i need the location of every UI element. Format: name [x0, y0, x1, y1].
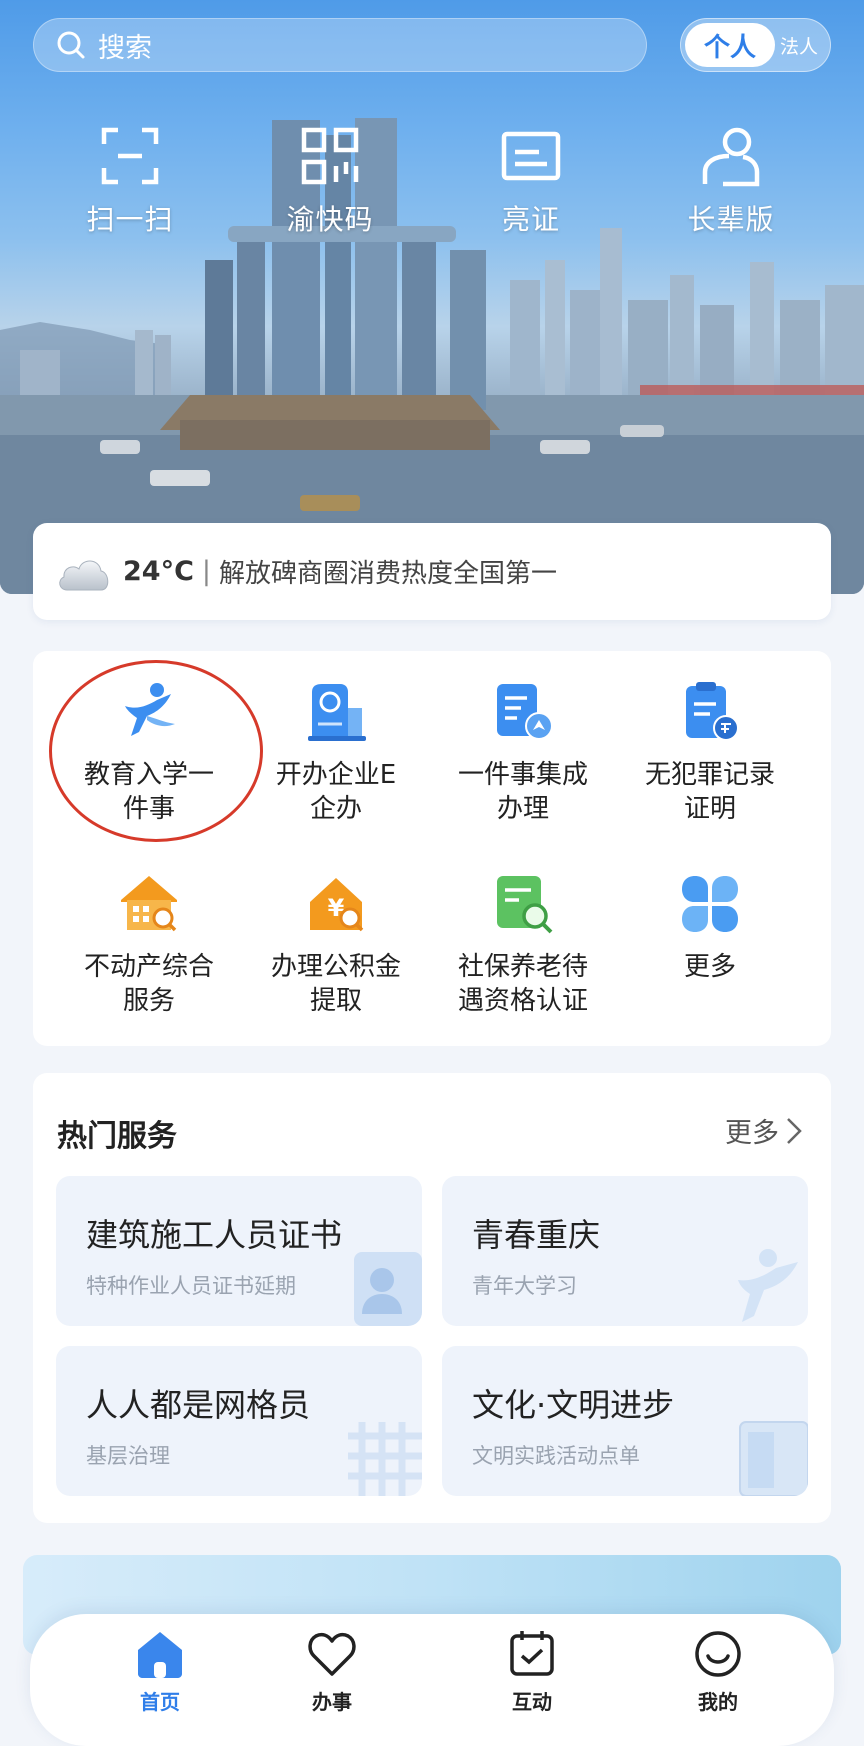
quick-action-elder-mode[interactable]: 长辈版 — [651, 124, 811, 238]
weather-news-bar[interactable]: 24°C | 解放碑商圈消费热度全国第一 — [33, 523, 831, 620]
hot-service-tile[interactable]: 建筑施工人员证书 特种作业人员证书延期 — [56, 1176, 422, 1326]
hot-service-tile[interactable]: 文化·文明进步 文明实践活动点单 — [442, 1346, 808, 1496]
hot-service-tile[interactable]: 人人都是网格员 基层治理 — [56, 1346, 422, 1496]
smile-icon — [695, 1631, 741, 1677]
real-estate-icon — [121, 876, 177, 932]
service-label: 社保养老待 遇资格认证 — [457, 952, 588, 1016]
no-criminal-record-icon — [686, 682, 739, 741]
identity-toggle[interactable]: 个人 法人 — [680, 18, 831, 72]
nav-home[interactable]: 首页 — [90, 1628, 230, 1715]
housing-fund-icon: ¥ — [310, 878, 364, 932]
grid-illustration-icon — [348, 1422, 422, 1496]
city-skyline-image — [0, 118, 864, 594]
temperature: 24°C — [123, 556, 194, 587]
elder-mode-icon — [702, 127, 760, 187]
nav-interaction[interactable]: 互动 — [462, 1628, 602, 1715]
quick-action-qrcode[interactable]: 渝快码 — [250, 124, 410, 238]
chevron-right-icon — [787, 1117, 802, 1144]
home-icon — [138, 1632, 182, 1678]
nav-profile[interactable]: 我的 — [648, 1628, 788, 1715]
highlight-circle — [49, 660, 263, 842]
service-label: 一件事集成 办理 — [457, 760, 588, 824]
calendar-check-icon — [510, 1631, 554, 1676]
enterprise-icon — [308, 684, 366, 741]
more-grid-icon — [682, 876, 738, 932]
scan-icon — [101, 127, 159, 185]
id-card-icon — [501, 131, 561, 181]
quick-action-id-card[interactable]: 亮证 — [451, 124, 611, 238]
nav-services[interactable]: 办事 — [262, 1628, 402, 1715]
quick-action-label: 亮证 — [501, 203, 560, 236]
worker-illustration-icon — [354, 1252, 422, 1326]
divider: | — [201, 556, 211, 587]
toggle-legal-entity[interactable]: 法人 — [780, 19, 818, 71]
culture-illustration-icon — [739, 1421, 808, 1496]
heart-icon — [308, 1632, 356, 1676]
news-headline[interactable]: 解放碑商圈消费热度全国第一 — [219, 553, 557, 590]
quick-action-label: 扫一扫 — [86, 203, 174, 236]
service-label: 开办企业E 企办 — [275, 760, 397, 824]
service-label: 无犯罪记录 证明 — [644, 760, 775, 824]
service-housing-fund[interactable]: ¥ 办理公积金 提取 — [243, 872, 429, 1018]
search-icon — [57, 31, 85, 59]
service-enterprise[interactable]: 开办企业E 企办 — [243, 680, 429, 826]
quick-action-label: 渝快码 — [286, 203, 374, 236]
search-input[interactable]: 搜索 — [33, 18, 647, 72]
service-real-estate[interactable]: 不动产综合 服务 — [56, 872, 242, 1018]
service-label: 办理公积金 提取 — [270, 952, 401, 1016]
hero-banner — [0, 0, 864, 594]
service-integrated[interactable]: 一件事集成 办理 — [430, 680, 616, 826]
toggle-personal[interactable]: 个人 — [685, 23, 775, 67]
service-social-security[interactable]: 社保养老待 遇资格认证 — [430, 872, 616, 1018]
service-more[interactable]: 更多 — [617, 872, 803, 984]
search-placeholder: 搜索 — [98, 32, 152, 64]
social-security-icon — [497, 876, 553, 934]
youth-illustration-icon — [738, 1249, 798, 1322]
cloud-icon — [59, 560, 109, 590]
hot-services-title: 热门服务 — [57, 1119, 177, 1154]
qrcode-icon — [301, 127, 359, 185]
hot-services-more-link[interactable]: 更多 — [725, 1111, 803, 1150]
service-label: 不动产综合 服务 — [83, 952, 214, 1016]
hot-service-tile[interactable]: 青春重庆 青年大学习 — [442, 1176, 808, 1326]
service-label: 更多 — [683, 952, 736, 982]
bottom-navigation: 首页 办事 互动 我的 — [30, 1614, 834, 1746]
service-no-criminal-record[interactable]: 无犯罪记录 证明 — [617, 680, 803, 826]
quick-action-label: 长辈版 — [687, 203, 775, 236]
quick-action-scan[interactable]: 扫一扫 — [50, 124, 210, 238]
integrated-service-icon — [497, 684, 553, 740]
